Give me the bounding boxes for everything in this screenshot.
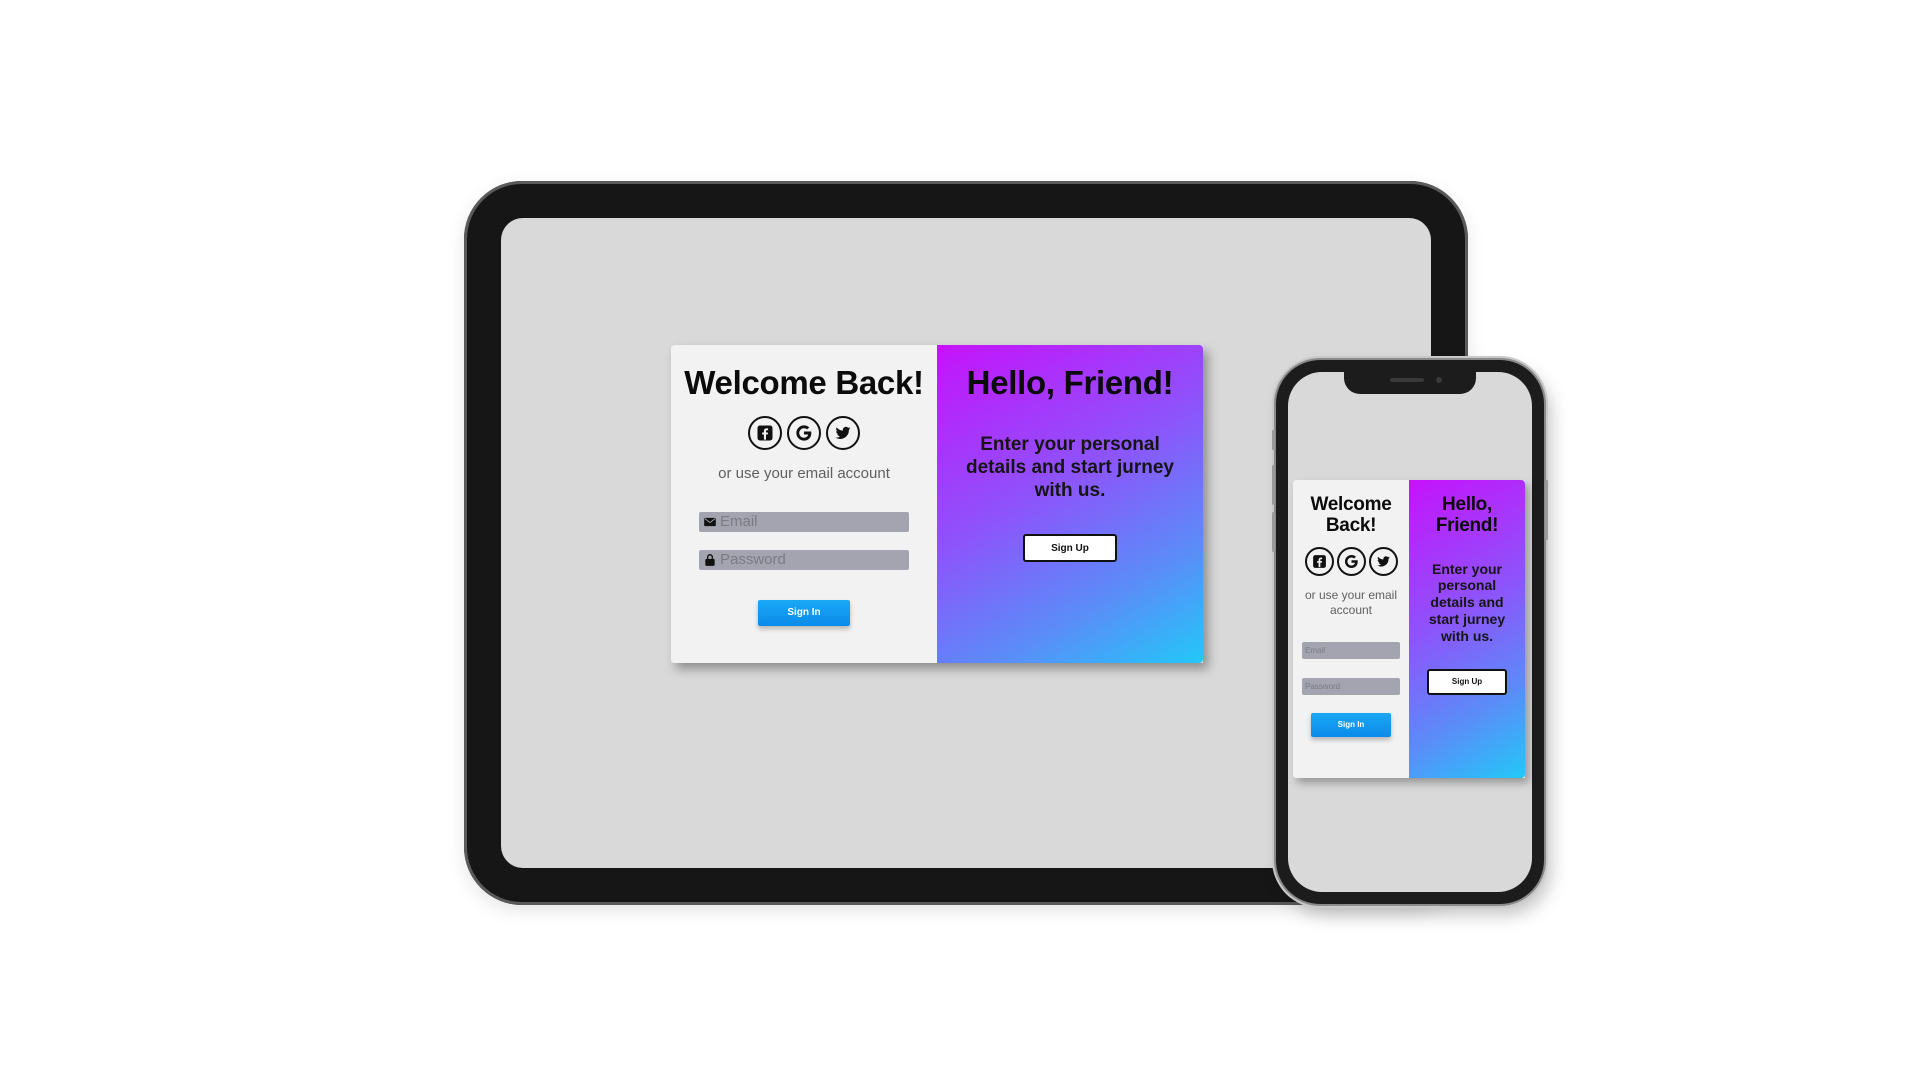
phone-social-login-row (1304, 546, 1398, 576)
phone-sign-up-message: Enter your personal details and start ju… (1428, 560, 1506, 644)
phone-sign-up-title: Hello, Friend! (1435, 494, 1499, 537)
twitter-icon[interactable] (1368, 546, 1398, 576)
phone-password-field[interactable]: Password (1302, 677, 1400, 695)
sign-up-panel: Hello, Friend! Enter your personal detai… (937, 345, 1203, 663)
phone-sign-in-button[interactable]: Sign In (1311, 712, 1391, 737)
phone-sign-in-title: Welcome Back! (1310, 494, 1392, 537)
google-icon[interactable] (787, 415, 821, 450)
tablet-auth-card: Welcome Back! or use your email account … (671, 345, 1203, 663)
sign-up-title: Hello, Friend! (966, 364, 1174, 401)
phone-auth-card: Welcome Back! or use your email account … (1293, 480, 1525, 778)
sign-in-form: Email Password (699, 511, 909, 570)
phone-email-hint-text: or use your email account (1304, 587, 1398, 617)
twitter-icon[interactable] (826, 415, 860, 450)
phone-volume-up (1272, 465, 1275, 505)
phone-volume-down (1272, 512, 1275, 552)
facebook-icon[interactable] (1304, 546, 1334, 576)
phone-mute-switch (1272, 430, 1275, 450)
google-icon[interactable] (1336, 546, 1366, 576)
facebook-icon[interactable] (748, 415, 782, 450)
sign-in-button[interactable]: Sign In (758, 599, 850, 626)
front-camera (1436, 377, 1442, 383)
password-field[interactable]: Password (699, 549, 909, 570)
email-placeholder: Email (720, 513, 758, 531)
phone-sign-in-form: Email Password (1302, 641, 1400, 695)
email-hint-text: or use your email account (718, 464, 890, 482)
speaker-grille (1390, 378, 1424, 382)
phone-sign-in-panel: Welcome Back! or use your email account … (1293, 480, 1409, 778)
sign-up-message: Enter your personal details and start ju… (965, 433, 1174, 501)
phone-power-button (1545, 480, 1548, 540)
phone-sign-up-panel: Hello, Friend! Enter your personal detai… (1409, 480, 1525, 778)
envelope-icon (704, 517, 716, 527)
phone-password-placeholder: Password (1305, 681, 1341, 691)
phone-notch (1344, 372, 1476, 394)
phone-sign-up-button[interactable]: Sign Up (1427, 668, 1507, 695)
social-login-row (748, 415, 860, 450)
mockup-stage: Welcome Back! or use your email account … (0, 0, 1920, 1080)
lock-icon (705, 554, 715, 566)
phone-email-placeholder: Email (1305, 645, 1326, 655)
phone-email-field[interactable]: Email (1302, 641, 1400, 659)
password-placeholder: Password (720, 551, 786, 569)
sign-in-title: Welcome Back! (684, 364, 924, 401)
sign-up-button[interactable]: Sign Up (1023, 534, 1117, 563)
sign-in-panel: Welcome Back! or use your email account … (671, 345, 937, 663)
email-field[interactable]: Email (699, 511, 909, 532)
